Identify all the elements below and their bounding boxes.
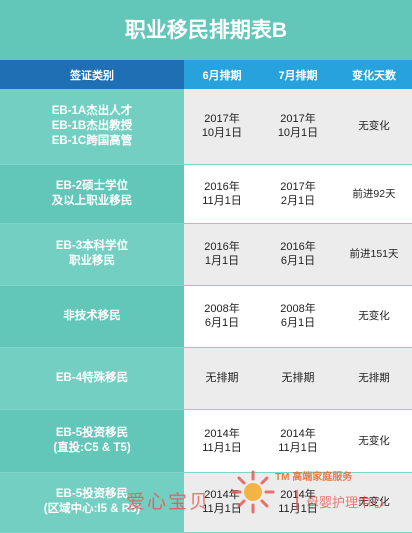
table-row: EB-2硕士学位 及以上职业移民 2016年 11月1日 2017年 2月1日 前进92天: [0, 164, 412, 223]
row-june-cell: 2016年 1月1日: [184, 223, 260, 285]
row-july-cell: 2016年 6月1日: [260, 223, 336, 285]
page-title: 职业移民排期表B: [0, 0, 412, 60]
table-row: EB-5投资移民 (直投:C5 & T5) 2014年 11月1日 2014年 11月1日…: [0, 409, 412, 472]
row-change-cell: 无排期: [336, 347, 412, 409]
row-change-cell: 前进92天: [336, 164, 412, 223]
row-category-cell: 非技术移民: [0, 285, 184, 347]
table-header-row: 签证类别 6月排期 7月排期 变化天数: [0, 60, 412, 89]
row-july-cell: 2008年 6月1日: [260, 285, 336, 347]
row-change-cell: 无变化: [336, 409, 412, 472]
header-june: 6月排期: [184, 60, 260, 89]
row-june-cell: 无排期: [184, 347, 260, 409]
watermark-divider: [296, 490, 298, 510]
watermark-left-text: 爱心宝贝: [126, 492, 211, 513]
row-change-cell: 无变化: [336, 285, 412, 347]
row-june-cell: 2017年 10月1日: [184, 89, 260, 164]
row-category-cell: EB-5投资移民 (直投:C5 & T5): [0, 409, 184, 472]
row-july-cell: 2017年 10月1日: [260, 89, 336, 164]
row-june-cell: 2008年 6月1日: [184, 285, 260, 347]
table-row: EB-4特殊移民 无排期 无排期 无排期: [0, 347, 412, 409]
watermark-brand-text: TM 高端家庭服务: [275, 472, 353, 483]
visa-bulletin-table: 签证类别 6月排期 7月排期 变化天数 EB-1A杰出人才 EB-1B杰出教授 EB…: [0, 60, 412, 533]
watermark-right-text: 母婴护理中心: [306, 495, 385, 510]
row-change-cell: 无变化: [336, 89, 412, 164]
row-july-cell: 无排期: [260, 347, 336, 409]
table-row: EB-3本科学位 职业移民 2016年 1月1日 2016年 6月1日 前进151天: [0, 223, 412, 285]
sun-logo-icon: [231, 470, 275, 514]
row-change-cell: 前进151天: [336, 223, 412, 285]
row-june-cell: 2014年 11月1日: [184, 409, 260, 472]
header-category: 签证类别: [0, 60, 184, 89]
header-change: 变化天数: [336, 60, 412, 89]
row-july-cell: 2017年 2月1日: [260, 164, 336, 223]
table-row: 非技术移民 2008年 6月1日 2008年 6月1日 无变化: [0, 285, 412, 347]
row-july-cell: 2014年11月1日: [260, 409, 336, 472]
table-row: EB-1A杰出人才 EB-1B杰出教授 EB-1C跨国高管 2017年 10月1日 201…: [0, 89, 412, 164]
row-category-cell: EB-2硕士学位 及以上职业移民: [0, 164, 184, 223]
row-category-cell: EB-1A杰出人才 EB-1B杰出教授 EB-1C跨国高管: [0, 89, 184, 164]
row-category-cell: EB-3本科学位 职业移民: [0, 223, 184, 285]
row-category-cell: EB-4特殊移民: [0, 347, 184, 409]
header-july: 7月排期: [260, 60, 336, 89]
row-june-cell: 2016年 11月1日: [184, 164, 260, 223]
